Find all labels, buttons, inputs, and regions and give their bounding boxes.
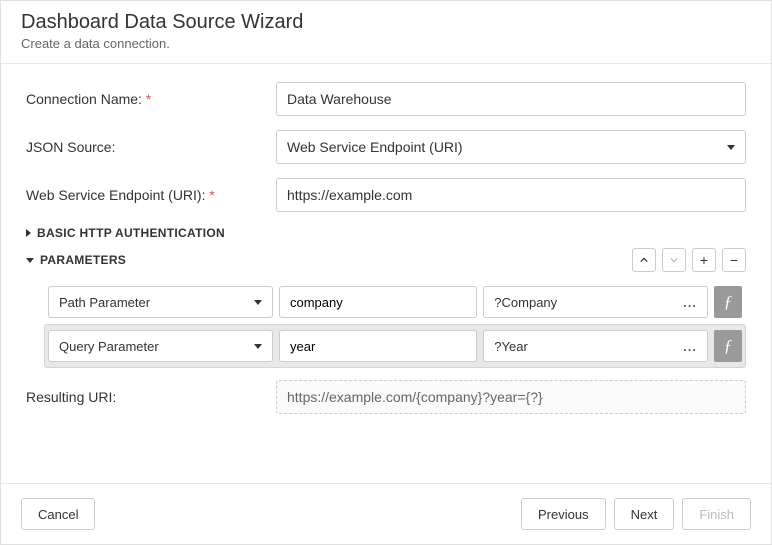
next-button[interactable]: Next	[614, 498, 675, 530]
row-endpoint: Web Service Endpoint (URI): *	[26, 178, 746, 212]
label-resulting-uri: Resulting URI:	[26, 389, 276, 405]
parameter-value-input[interactable]: ?Company ...	[483, 286, 708, 318]
required-mark: *	[146, 91, 151, 107]
cancel-button[interactable]: Cancel	[21, 498, 95, 530]
wizard-footer: Cancel Previous Next Finish	[1, 483, 771, 544]
parameter-type-select[interactable]: Path Parameter	[48, 286, 273, 318]
ellipsis-icon[interactable]: ...	[683, 295, 697, 310]
caret-down-icon	[727, 145, 735, 150]
parameter-type-select[interactable]: Query Parameter	[48, 330, 273, 362]
parameters-list: Path Parameter ?Company ... ƒ Query Para…	[44, 280, 746, 368]
parameter-row[interactable]: Path Parameter ?Company ... ƒ	[44, 280, 746, 324]
caret-down-icon	[254, 344, 262, 349]
add-parameter-button[interactable]: +	[692, 248, 716, 272]
label-json-source: JSON Source:	[26, 139, 276, 155]
section-parameters-header: PARAMETERS + −	[26, 248, 746, 272]
previous-button[interactable]: Previous	[521, 498, 606, 530]
ellipsis-icon[interactable]: ...	[683, 339, 697, 354]
connection-name-input[interactable]	[276, 82, 746, 116]
chevron-up-icon	[640, 256, 648, 264]
parameter-row[interactable]: Query Parameter ?Year ... ƒ	[44, 324, 746, 368]
resulting-uri-display: https://example.com/{company}?year={?}	[276, 380, 746, 414]
row-resulting-uri: Resulting URI: https://example.com/{comp…	[26, 380, 746, 414]
wizard-body: Connection Name: * JSON Source: Web Serv…	[1, 64, 771, 483]
section-parameters-toggle[interactable]: PARAMETERS	[26, 253, 126, 267]
wizard-header: Dashboard Data Source Wizard Create a da…	[1, 1, 771, 64]
parameter-value-input[interactable]: ?Year ...	[483, 330, 708, 362]
remove-parameter-button[interactable]: −	[722, 248, 746, 272]
parameters-controls: + −	[632, 248, 746, 272]
move-down-button[interactable]	[662, 248, 686, 272]
plus-icon: +	[700, 252, 708, 268]
minus-icon: −	[730, 252, 738, 268]
move-up-button[interactable]	[632, 248, 656, 272]
function-icon: ƒ	[724, 336, 733, 356]
wizard-subtitle: Create a data connection.	[21, 36, 751, 51]
json-source-value: Web Service Endpoint (URI)	[287, 139, 463, 155]
parameter-name-input[interactable]	[279, 330, 477, 362]
chevron-right-icon	[26, 229, 31, 237]
parameter-name-input[interactable]	[279, 286, 477, 318]
chevron-down-icon	[670, 256, 678, 264]
caret-down-icon	[254, 300, 262, 305]
expression-button[interactable]: ƒ	[714, 286, 742, 318]
function-icon: ƒ	[724, 292, 733, 312]
wizard-dialog: Dashboard Data Source Wizard Create a da…	[0, 0, 772, 545]
chevron-down-icon	[26, 258, 34, 263]
row-json-source: JSON Source: Web Service Endpoint (URI)	[26, 130, 746, 164]
section-basic-auth[interactable]: BASIC HTTP AUTHENTICATION	[26, 226, 746, 240]
label-endpoint: Web Service Endpoint (URI): *	[26, 187, 276, 203]
footer-nav: Previous Next Finish	[521, 498, 751, 530]
row-connection-name: Connection Name: *	[26, 82, 746, 116]
finish-button: Finish	[682, 498, 751, 530]
wizard-title: Dashboard Data Source Wizard	[21, 11, 751, 34]
json-source-select[interactable]: Web Service Endpoint (URI)	[276, 130, 746, 164]
required-mark: *	[209, 187, 214, 203]
label-connection-name: Connection Name: *	[26, 91, 276, 107]
endpoint-input[interactable]	[276, 178, 746, 212]
expression-button[interactable]: ƒ	[714, 330, 742, 362]
